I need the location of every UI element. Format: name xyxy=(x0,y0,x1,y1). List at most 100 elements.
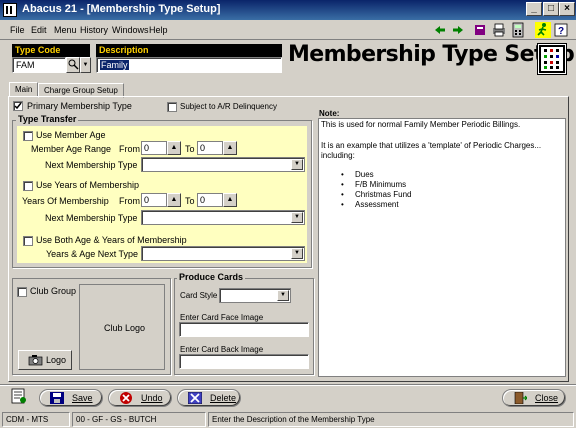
svg-text:?: ? xyxy=(558,26,564,37)
from-label-2: From xyxy=(119,196,140,206)
from-label: From xyxy=(119,144,140,154)
menu-file[interactable]: File xyxy=(10,25,25,35)
ar-delinquency-label: Subject to A/R Delinquency xyxy=(180,102,277,111)
club-group-checkbox[interactable] xyxy=(17,287,27,297)
note-bullet: • xyxy=(341,180,344,189)
club-group-label: Club Group xyxy=(30,286,77,296)
to-label-2: To xyxy=(185,196,195,206)
club-logo-label: Club Logo xyxy=(104,323,146,333)
menu-menu[interactable]: Menu xyxy=(54,25,77,35)
record-icon[interactable] xyxy=(11,388,27,404)
years-to-input[interactable]: 0 xyxy=(197,193,223,207)
help-icon[interactable]: ? xyxy=(553,22,569,38)
note-label: Note: xyxy=(319,109,340,118)
close-window-button[interactable]: × xyxy=(559,2,575,16)
tab-main[interactable]: Main xyxy=(9,82,39,97)
delete-label: Delete xyxy=(210,393,237,403)
years-of-membership-label: Years Of Membership xyxy=(22,196,109,206)
age-from-input[interactable]: 0 xyxy=(141,141,167,155)
produce-cards-title: Produce Cards xyxy=(177,272,246,282)
ar-delinquency-checkbox[interactable] xyxy=(167,102,177,112)
note-line-2: It is an example that utilizes a 'templa… xyxy=(321,141,542,160)
card-back-input[interactable] xyxy=(179,354,309,369)
logo-button[interactable]: Logo xyxy=(18,350,72,370)
years-from-input[interactable]: 0 xyxy=(141,193,167,207)
chevron-down-icon: ▼ xyxy=(277,290,289,301)
checkmark-icon xyxy=(14,102,22,110)
status-left: CDM - MTS xyxy=(2,412,70,427)
save-button[interactable]: Save xyxy=(39,389,103,407)
app-logo-icon xyxy=(537,43,567,75)
undo-button[interactable]: Undo xyxy=(108,389,172,407)
running-man-icon[interactable] xyxy=(535,22,551,38)
years-age-next-label: Years & Age Next Type xyxy=(46,249,139,259)
save-label: Save xyxy=(72,393,93,403)
forward-arrow-icon[interactable] xyxy=(450,22,466,38)
delete-icon xyxy=(188,392,202,404)
type-code-input[interactable]: FAM xyxy=(12,57,66,73)
maximize-button[interactable]: □ xyxy=(543,2,559,16)
use-years-label: Use Years of Membership xyxy=(36,180,140,190)
description-value: Family xyxy=(100,60,129,70)
note-bullet: • xyxy=(341,170,344,179)
card-back-label: Enter Card Back Image xyxy=(180,345,264,354)
years-to-spin[interactable]: ▲ xyxy=(223,193,237,207)
undo-label: Undo xyxy=(141,393,163,403)
to-label: To xyxy=(185,144,195,154)
use-years-checkbox[interactable] xyxy=(23,181,33,191)
title-bar: Abacus 21 - [Membership Type Setup] _ □ … xyxy=(0,0,576,20)
print-icon[interactable] xyxy=(491,22,507,38)
chevron-down-icon: ▼ xyxy=(291,248,303,259)
type-code-label: Type Code xyxy=(12,44,90,57)
description-input[interactable]: Family xyxy=(96,57,282,73)
age-to-input[interactable]: 0 xyxy=(197,141,223,155)
camera-icon xyxy=(28,355,43,366)
status-message: Enter the Description of the Membership … xyxy=(208,412,574,427)
years-from-spin[interactable]: ▲ xyxy=(167,193,181,207)
chevron-down-icon[interactable]: ▼ xyxy=(80,57,91,73)
use-both-label: Use Both Age & Years of Membership xyxy=(36,235,187,245)
undo-icon xyxy=(120,392,132,404)
calculator-icon[interactable] xyxy=(510,22,526,38)
menu-history[interactable]: History xyxy=(80,25,108,35)
card-style-label: Card Style xyxy=(180,291,218,300)
description-label: Description xyxy=(96,44,282,57)
search-icon[interactable] xyxy=(66,57,80,73)
minimize-button[interactable]: _ xyxy=(526,2,542,16)
next-type-select-3[interactable]: ▼ xyxy=(141,246,305,261)
next-type-select-1[interactable]: ▼ xyxy=(141,157,305,172)
window-title: Abacus 21 - [Membership Type Setup] xyxy=(22,3,221,15)
logo-button-label: Logo xyxy=(46,355,67,365)
primary-membership-label: Primary Membership Type xyxy=(27,101,132,111)
note-item: Dues xyxy=(355,170,374,179)
note-item: F/B Minimums xyxy=(355,180,407,189)
card-style-select[interactable]: ▼ xyxy=(219,288,291,303)
menu-windows[interactable]: Windows xyxy=(112,25,149,35)
age-from-spin[interactable]: ▲ xyxy=(167,141,181,155)
note-item: Christmas Fund xyxy=(355,190,412,199)
next-type-label-2: Next Membership Type xyxy=(45,213,138,223)
use-member-age-checkbox[interactable] xyxy=(23,131,33,141)
note-textarea[interactable]: This is used for normal Family Member Pe… xyxy=(318,118,566,377)
page-title: Membership Type Setup xyxy=(288,42,575,67)
delete-button[interactable]: Delete xyxy=(177,389,241,407)
back-arrow-icon[interactable] xyxy=(432,22,448,38)
card-face-input[interactable] xyxy=(179,322,309,337)
use-both-checkbox[interactable] xyxy=(23,236,33,246)
save-icon xyxy=(50,392,64,404)
menu-help[interactable]: Help xyxy=(149,25,168,35)
menu-bar: File Edit Menu History Windows Help xyxy=(0,20,576,40)
member-age-range-label: Member Age Range xyxy=(31,144,112,154)
close-button[interactable]: Close xyxy=(502,389,566,407)
note-line-1: This is used for normal Family Member Pe… xyxy=(321,120,521,129)
chevron-down-icon: ▼ xyxy=(291,212,303,223)
chevron-down-icon: ▼ xyxy=(291,159,303,170)
primary-checkbox[interactable] xyxy=(13,101,23,111)
app-logo-icon xyxy=(3,3,17,17)
age-to-spin[interactable]: ▲ xyxy=(223,141,237,155)
close-icon xyxy=(514,392,527,404)
book-icon[interactable] xyxy=(472,22,488,38)
menu-edit[interactable]: Edit xyxy=(31,25,47,35)
close-label: Close xyxy=(535,393,559,403)
next-type-select-2[interactable]: ▼ xyxy=(141,210,305,225)
